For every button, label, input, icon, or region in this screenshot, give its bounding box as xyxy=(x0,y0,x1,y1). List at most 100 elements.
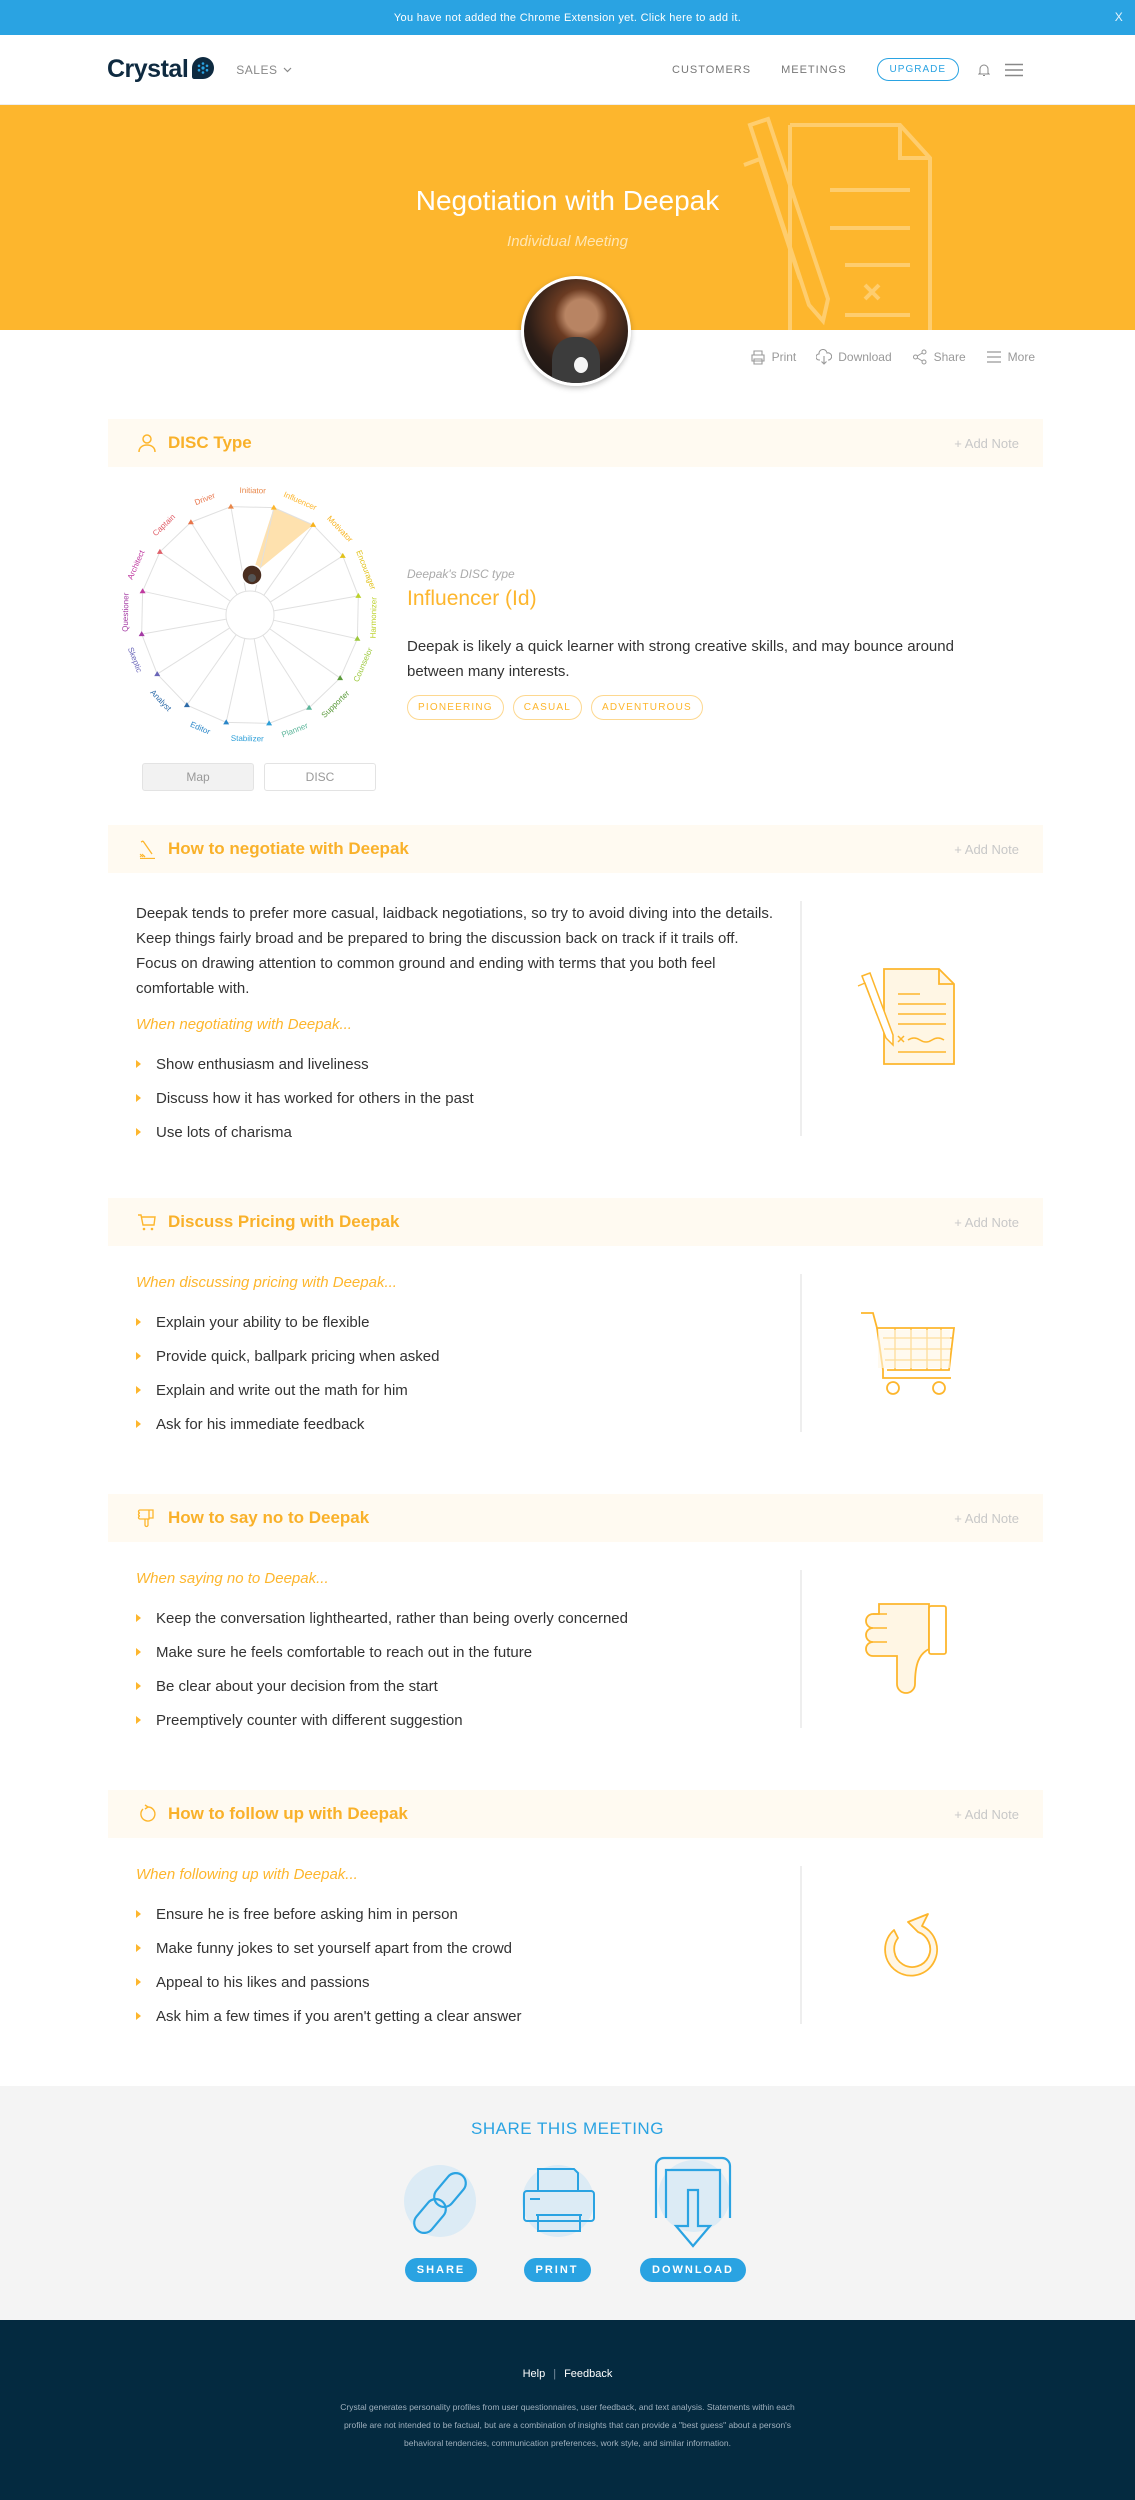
tip-text: Be clear about your decision from the st… xyxy=(156,1677,438,1695)
meeting-type: Individual Meeting xyxy=(507,233,628,250)
share-download-item: DOWNLOAD xyxy=(640,2156,746,2282)
wheel-label-editor: Editor xyxy=(189,720,212,737)
link-divider: | xyxy=(553,2368,557,2380)
disc-toggle-button[interactable]: DISC xyxy=(264,763,376,791)
section-illustration xyxy=(800,901,1015,1136)
crystal-logo[interactable]: Crystal xyxy=(107,55,215,84)
share-link-item: SHARE xyxy=(396,2156,486,2282)
tips-list: Ensure he is free before asking him in p… xyxy=(136,1897,780,2033)
banner-text[interactable]: You have not added the Chrome Extension … xyxy=(394,12,741,24)
section-header: How to follow up with Deepak + Add Note xyxy=(108,1790,1043,1838)
follow-up-section: How to follow up with Deepak + Add Note … xyxy=(108,1790,1043,2033)
section-content: When discussing pricing with Deepak... E… xyxy=(136,1274,800,1441)
chevron-down-icon xyxy=(284,67,292,72)
tip-item: Make funny jokes to set yourself apart f… xyxy=(136,1931,780,1965)
section-content: When following up with Deepak... Ensure … xyxy=(136,1866,800,2033)
wheel-label-influencer: Influencer xyxy=(282,490,318,513)
trait-tag[interactable]: CASUAL xyxy=(512,695,583,720)
chrome-extension-banner[interactable]: You have not added the Chrome Extension … xyxy=(0,0,1135,35)
close-icon[interactable]: X xyxy=(1115,10,1123,24)
bullet-icon xyxy=(136,1318,141,1326)
workspace-label: SALES xyxy=(236,62,278,77)
download-action[interactable]: Download xyxy=(816,349,892,365)
disc-caption: Deepak's DISC type xyxy=(407,567,515,581)
download-label: Download xyxy=(838,350,892,364)
wheel-spoke xyxy=(142,590,227,611)
section-header: DISC Type + Add Note xyxy=(108,419,1043,467)
add-note-button[interactable]: + Add Note xyxy=(954,1215,1019,1230)
download-icon[interactable] xyxy=(648,2156,738,2251)
upgrade-button[interactable]: UPGRADE xyxy=(876,58,959,81)
wheel-label-architect: Architect xyxy=(126,548,147,581)
wheel-spoke xyxy=(225,638,246,723)
wheel-label-driver: Driver xyxy=(193,491,216,507)
nav-meetings-link[interactable]: MEETINGS xyxy=(781,64,846,76)
section-body: When saying no to Deepak... Keep the con… xyxy=(108,1542,1043,1737)
trait-tag[interactable]: ADVENTUROUS xyxy=(591,695,703,720)
brand-name: Crystal xyxy=(107,55,189,83)
footer-disclaimer: Crystal generates personality profiles f… xyxy=(340,2402,795,2448)
negotiate-section: How to negotiate with Deepak + Add Note … xyxy=(108,825,1043,1149)
section-content: When saying no to Deepak... Keep the con… xyxy=(136,1570,800,1737)
bullet-icon xyxy=(136,1910,141,1918)
spoke-marker xyxy=(227,503,234,509)
wheel-spoke xyxy=(186,634,237,706)
printer-icon[interactable] xyxy=(512,2156,602,2251)
wheel-label-planner: Planner xyxy=(280,721,309,740)
bullet-icon xyxy=(136,1094,141,1102)
link-icon[interactable] xyxy=(396,2156,486,2251)
add-note-button[interactable]: + Add Note xyxy=(954,1511,1019,1526)
bullet-icon xyxy=(136,1944,141,1952)
print-action[interactable]: Print xyxy=(750,349,796,365)
tip-text: Explain and write out the math for him xyxy=(156,1381,408,1399)
disc-wheel[interactable]: Initiator Influencer MotivatorEncourager Ha… xyxy=(108,487,393,757)
tips-list: Show enthusiasm and liveliness Discuss h… xyxy=(136,1047,780,1149)
bullet-icon xyxy=(136,1352,141,1360)
workspace-dropdown[interactable]: SALES xyxy=(236,63,292,77)
feedback-link[interactable]: Feedback xyxy=(564,2368,612,2380)
wheel-spoke xyxy=(141,618,227,635)
help-link[interactable]: Help xyxy=(523,2368,546,2380)
print-button[interactable]: PRINT xyxy=(523,2258,591,2282)
nav-right: CUSTOMERS MEETINGS UPGRADE xyxy=(672,58,1035,81)
section-illustration xyxy=(800,1274,1015,1432)
top-nav: Crystal SALES CUSTOMERS MEETINGS UPGRADE xyxy=(0,35,1135,105)
thumbs-down-icon xyxy=(136,1507,158,1529)
download-button[interactable]: DOWNLOAD xyxy=(640,2258,746,2282)
share-action[interactable]: Share xyxy=(912,349,966,365)
add-note-button[interactable]: + Add Note xyxy=(954,436,1019,451)
spoke-marker xyxy=(355,592,362,598)
wheel-spoke xyxy=(273,619,358,640)
map-toggle-button[interactable]: Map xyxy=(142,763,254,791)
section-title: How to negotiate with Deepak xyxy=(168,839,409,858)
nav-customers-link[interactable]: CUSTOMERS xyxy=(672,64,751,76)
user-icon xyxy=(136,432,158,454)
negotiate-paragraph: Deepak tends to prefer more casual, laid… xyxy=(136,905,774,997)
tip-text: Use lots of charisma xyxy=(156,1123,292,1141)
wheel-label-initiator: Initiator xyxy=(240,487,267,495)
wheel-spoke xyxy=(156,627,231,675)
disc-content: Initiator Influencer Motivator Encourager Ha… xyxy=(108,467,1043,791)
bullet-icon xyxy=(136,1128,141,1136)
tip-item: Explain your ability to be flexible xyxy=(136,1305,780,1339)
share-icon xyxy=(912,349,927,365)
section-content: Deepak tends to prefer more casual, laid… xyxy=(136,901,800,1149)
cloud-download-icon xyxy=(816,349,833,365)
bullet-icon xyxy=(136,1648,141,1656)
trait-tag[interactable]: PIONEERING xyxy=(407,695,504,720)
bullet-icon xyxy=(136,2012,141,2020)
share-meeting-section: SHARE THIS MEETING SHARE PRINT DOWNLOAD xyxy=(0,2086,1135,2320)
add-note-button[interactable]: + Add Note xyxy=(954,1807,1019,1822)
add-note-button[interactable]: + Add Note xyxy=(954,842,1019,857)
bell-icon[interactable] xyxy=(975,61,993,79)
tip-text: Show enthusiasm and liveliness xyxy=(156,1055,369,1073)
spoke-marker xyxy=(337,675,344,681)
more-action[interactable]: More xyxy=(986,349,1035,365)
tips-lead: When negotiating with Deepak... xyxy=(136,1016,352,1033)
disc-description: Deepak is likely a quick learner with st… xyxy=(407,638,954,680)
section-header: How to say no to Deepak + Add Note xyxy=(108,1494,1043,1542)
wheel-spoke xyxy=(269,555,344,603)
share-button[interactable]: SHARE xyxy=(404,2258,478,2282)
hamburger-menu-icon[interactable] xyxy=(1005,61,1023,79)
contact-avatar[interactable] xyxy=(521,276,631,386)
